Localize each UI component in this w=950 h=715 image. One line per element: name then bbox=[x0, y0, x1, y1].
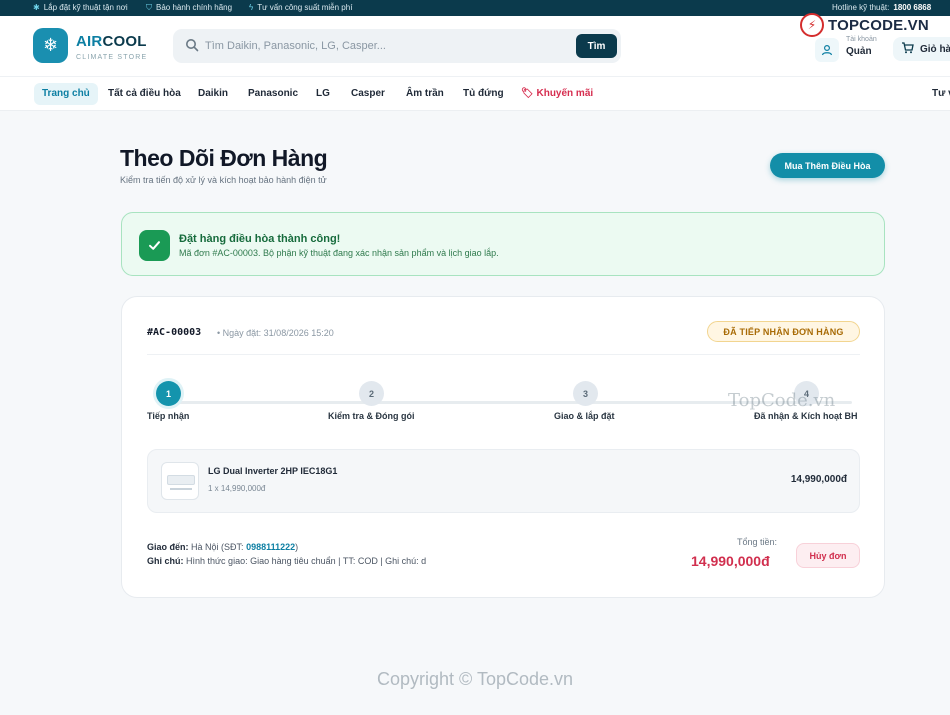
shipping-info: Giao đến: Hà Nội (SĐT: 0988111222) bbox=[147, 542, 298, 552]
brand-name-part1: AIR bbox=[76, 33, 103, 50]
step-2-dot: 2 bbox=[359, 381, 384, 406]
brand-tagline: CLIMATE STORE bbox=[76, 54, 148, 61]
product-thumbnail[interactable] bbox=[161, 462, 199, 500]
ship-phone[interactable]: 0988111222 bbox=[246, 542, 295, 552]
topbar-item-warranty: ⛉ Bảo hành chính hãng bbox=[146, 0, 232, 16]
step-3-dot: 3 bbox=[573, 381, 598, 406]
wrench-icon: ✱ bbox=[33, 3, 40, 12]
thumbnail-detail bbox=[170, 488, 192, 490]
step-1-label: Tiếp nhận bbox=[147, 411, 190, 421]
note-text: Hình thức giao: Giao hàng tiêu chuẩn | T… bbox=[186, 556, 427, 566]
search-button[interactable]: Tìm bbox=[576, 34, 617, 58]
total-value: 14,990,000đ bbox=[691, 553, 770, 569]
product-qty: 1 x 14,990,000đ bbox=[208, 484, 266, 493]
ship-address: Hà Nội (SĐT: bbox=[191, 542, 244, 552]
snowflake-icon: ❄ bbox=[42, 35, 59, 55]
nav-item-all[interactable]: Tất cả điều hòa bbox=[108, 83, 181, 105]
cart-label: Giỏ hàng bbox=[920, 43, 950, 55]
search-bar: Tìm bbox=[173, 29, 621, 63]
step-4-label: Đã nhận & Kích hoạt BH bbox=[754, 411, 858, 421]
air-conditioner-icon bbox=[167, 475, 195, 485]
site-header: ❄ AIRCOOL CLIMATE STORE Tìm ⚡ TOPCODE.VN… bbox=[0, 13, 950, 77]
nav-item-casper[interactable]: Casper bbox=[351, 83, 385, 105]
watermark-mid: TopCode.vn bbox=[728, 390, 836, 411]
step-3-label: Giao & lắp đặt bbox=[554, 411, 615, 421]
cancel-order-button[interactable]: Hủy đơn bbox=[796, 543, 860, 568]
account-menu[interactable]: Tài khoản Quản bbox=[815, 36, 885, 66]
page-subtitle: Kiểm tra tiến độ xử lý và kích hoạt bảo … bbox=[120, 175, 327, 185]
nav-item-lg[interactable]: LG bbox=[316, 83, 330, 105]
partner-logo-icon: ⚡ bbox=[800, 13, 824, 37]
nav-item-ceiling[interactable]: Âm trần bbox=[406, 83, 444, 105]
product-name[interactable]: LG Dual Inverter 2HP IEC18G1 bbox=[208, 466, 337, 476]
topbar-item-label: Lắp đặt kỹ thuật tận nơi bbox=[43, 3, 128, 12]
tag-icon: 🏷 bbox=[521, 88, 534, 99]
nav-item-consult[interactable]: Tư vấn bbox=[932, 83, 950, 105]
topbar-item-label: Tư vấn công suất miễn phí bbox=[257, 3, 353, 12]
bolt-icon: ϟ bbox=[249, 3, 254, 12]
nav-item-home[interactable]: Trang chủ bbox=[34, 83, 98, 105]
brand-name-part2: COOL bbox=[102, 33, 147, 50]
account-name: Quản bbox=[846, 46, 872, 57]
ship-close: ) bbox=[295, 542, 299, 552]
order-date: • Ngày đặt: 31/08/2026 15:20 bbox=[217, 328, 334, 338]
ship-label: Giao đến: bbox=[147, 542, 189, 552]
success-alert: Đặt hàng điều hòa thành công! Mã đơn #AC… bbox=[121, 212, 885, 276]
nav-item-promo[interactable]: 🏷 Khuyến mãi bbox=[521, 83, 593, 105]
shield-icon: ⛉ bbox=[146, 3, 152, 12]
main-nav: Trang chủ Tất cả điều hòa Daikin Panason… bbox=[0, 77, 950, 111]
page-title: Theo Dõi Đơn Hàng bbox=[120, 145, 328, 171]
step-1-dot: 1 bbox=[156, 381, 181, 406]
alert-title: Đặt hàng điều hòa thành công! bbox=[179, 233, 341, 245]
search-icon bbox=[185, 38, 199, 52]
order-card: #AC-00003 • Ngày đặt: 31/08/2026 15:20 Đ… bbox=[121, 296, 885, 598]
topbar-item-label: Bảo hành chính hãng bbox=[156, 3, 233, 12]
buy-more-button[interactable]: Mua Thêm Điều Hòa bbox=[770, 153, 885, 178]
cart-button[interactable]: Giỏ hàng bbox=[893, 37, 950, 61]
nav-item-daikin[interactable]: Daikin bbox=[198, 83, 228, 105]
partner-badge-text: TOPCODE.VN bbox=[828, 16, 929, 34]
order-note: Ghi chú: Hình thức giao: Giao hàng tiêu … bbox=[147, 556, 426, 566]
note-label: Ghi chú: bbox=[147, 556, 184, 566]
account-caption: Tài khoản bbox=[846, 36, 877, 43]
step-2-label: Kiểm tra & Đóng gói bbox=[328, 411, 415, 421]
search-input[interactable] bbox=[205, 37, 565, 55]
nav-item-panasonic[interactable]: Panasonic bbox=[248, 83, 298, 105]
product-price: 14,990,000đ bbox=[790, 474, 847, 485]
brand-name[interactable]: AIRCOOL bbox=[76, 33, 147, 50]
status-badge: ĐÃ TIẾP NHẬN ĐƠN HÀNG bbox=[707, 321, 860, 342]
footer-watermark: Copyright © TopCode.vn bbox=[376, 669, 574, 689]
cart-icon bbox=[901, 41, 914, 57]
total-label: Tổng tiền: bbox=[737, 537, 778, 547]
topbar-item-consult: ϟ Tư vấn công suất miễn phí bbox=[249, 0, 352, 16]
nav-item-floor[interactable]: Tủ đứng bbox=[463, 83, 504, 105]
alert-message: Mã đơn #AC-00003. Bộ phận kỹ thuật đang … bbox=[179, 248, 499, 258]
user-icon bbox=[815, 38, 839, 62]
order-id: #AC-00003 bbox=[147, 327, 202, 338]
topbar-item-install: ✱ Lắp đặt kỹ thuật tận nơi bbox=[33, 0, 128, 16]
order-item: LG Dual Inverter 2HP IEC18G1 1 x 14,990,… bbox=[147, 449, 860, 513]
nav-item-promo-label: Khuyến mãi bbox=[536, 88, 594, 99]
logo[interactable]: ❄ bbox=[33, 28, 68, 63]
divider bbox=[147, 354, 860, 355]
check-icon bbox=[139, 230, 170, 261]
partner-badge: ⚡ TOPCODE.VN bbox=[800, 11, 929, 39]
